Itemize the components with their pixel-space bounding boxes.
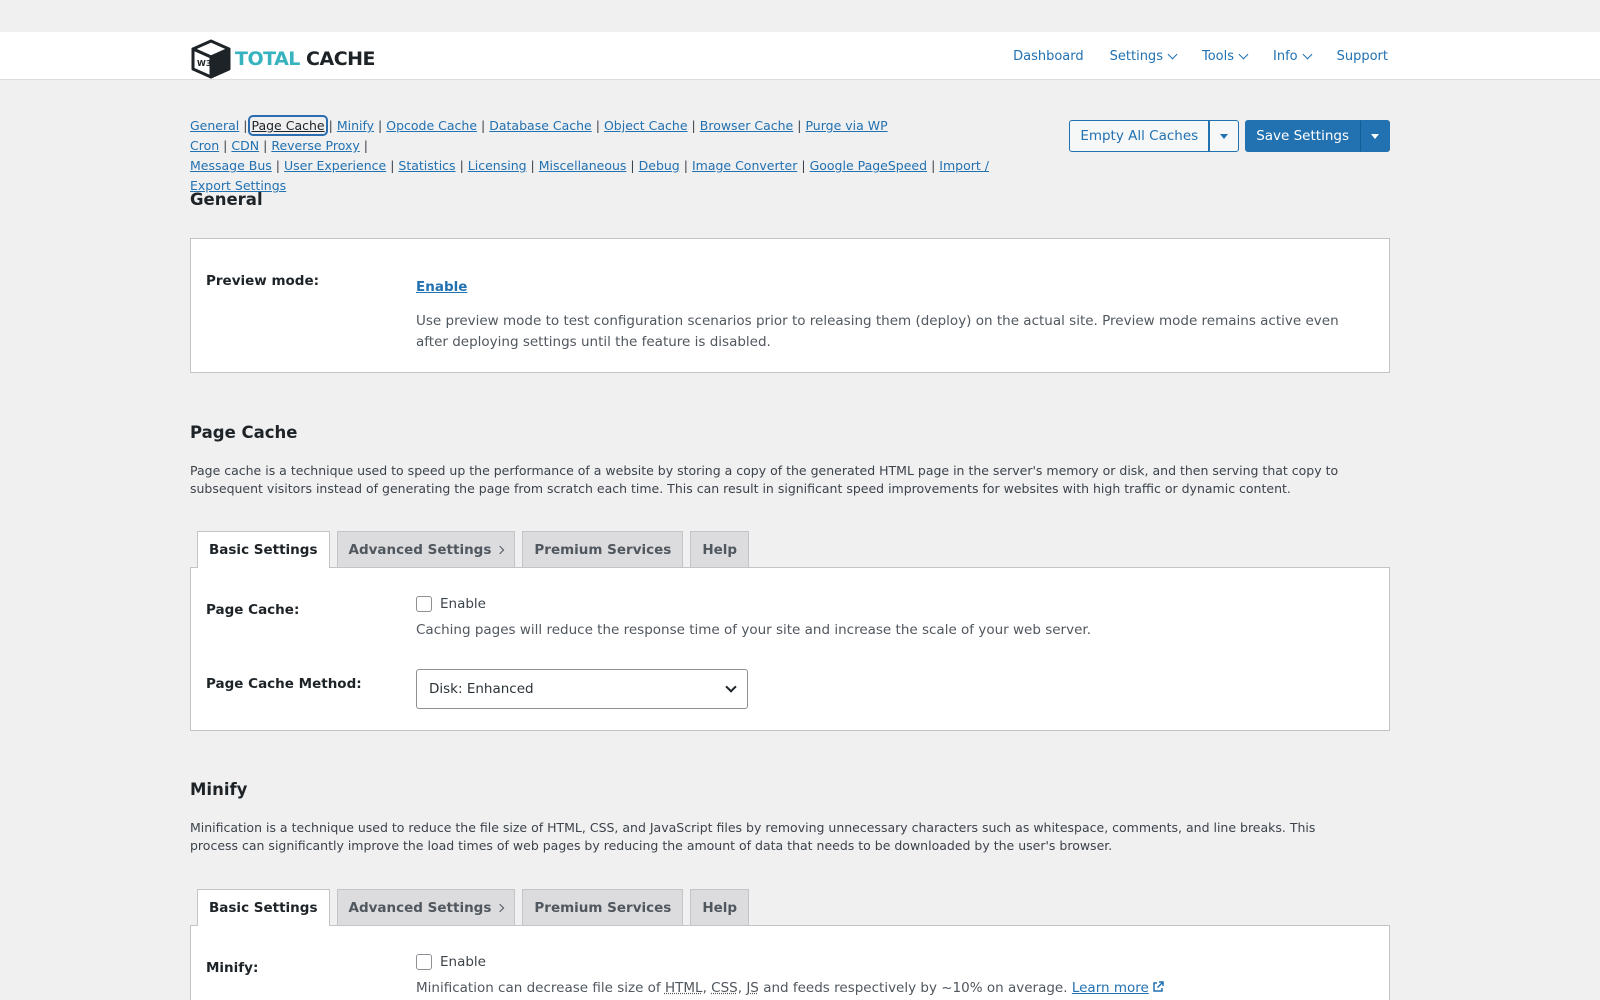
link-separator: | [263,138,268,153]
minify-enable-label: Enable [440,954,486,970]
page-cache-enable-label: Enable [440,596,486,612]
preview-mode-label: Preview mode: [206,273,320,289]
chevron-down-icon [1302,49,1313,59]
tab-advanced-settings[interactable]: Advanced Settings [336,889,516,925]
tab-premium-services[interactable]: Premium Services [522,531,684,567]
minify-section-title: Minify [190,780,248,799]
page-cache-section-title: Page Cache [190,423,298,442]
tab-basic-settings[interactable]: Basic Settings [197,531,330,568]
tab-help[interactable]: Help [690,531,750,567]
minify-label: Minify: [206,960,259,976]
jump-link-statistics[interactable]: Statistics [398,158,455,173]
link-separator: | [630,158,635,173]
section-jump-links: General | Page Cache | Minify | Opcode Cache | D… [190,115,1010,196]
jump-link-opcode-cache[interactable]: Opcode Cache [386,118,477,133]
page-cache-description: Page cache is a technique used to speed … [190,463,1339,496]
caret-down-icon [1371,133,1379,139]
nav-support[interactable]: Support [1337,49,1388,64]
jump-link-google-pagespeed[interactable]: Google PageSpeed [810,158,928,173]
minify-enable-description: Minification can decrease file size of H… [416,978,1164,999]
nav-info[interactable]: Info [1273,49,1313,64]
jump-link-image-converter[interactable]: Image Converter [692,158,797,173]
jump-link-general[interactable]: General [190,118,239,133]
link-separator: | [243,118,248,133]
empty-caches-dropdown-button[interactable] [1209,120,1240,152]
save-settings-dropdown-button[interactable] [1360,120,1390,152]
header-actions: Empty All Caches Save Settings [1069,120,1390,152]
page-cache-method-label: Page Cache Method: [206,676,362,692]
minify-enable-checkbox[interactable] [416,954,432,970]
link-separator: | [459,158,464,173]
chevron-down-icon [1167,49,1178,59]
cube-logo-icon: W3 [189,37,233,79]
link-separator: | [931,158,936,173]
chevron-right-icon [496,903,505,912]
nav-tools[interactable]: Tools [1202,49,1249,64]
chevron-down-icon [725,681,737,693]
link-separator: | [390,158,395,173]
preview-mode-enable-link[interactable]: Enable [416,279,467,295]
chevron-right-icon [496,545,505,554]
general-panel: Preview mode: Enable Use preview mode to… [190,238,1390,373]
svg-text:W3: W3 [197,59,211,68]
link-separator: | [481,118,486,133]
w3-total-cache-logo[interactable]: W3 TOTAL CACHE [189,36,376,79]
nav-settings[interactable]: Settings [1110,49,1178,64]
link-separator: | [328,118,333,133]
link-separator: | [530,158,535,173]
tab-basic-settings[interactable]: Basic Settings [197,889,330,926]
minify-tabs: Basic Settings Advanced Settings Premium… [197,889,750,926]
jump-link-licensing[interactable]: Licensing [468,158,527,173]
page-cache-label: Page Cache: [206,602,300,618]
link-separator: | [595,118,600,133]
link-separator: | [691,118,696,133]
jump-link-miscellaneous[interactable]: Miscellaneous [539,158,627,173]
save-settings-group: Save Settings [1245,120,1390,152]
chevron-down-icon [1238,49,1249,59]
jump-link-cdn[interactable]: CDN [231,138,259,153]
minify-panel: Minify: Enable Minification can decrease… [190,925,1390,1000]
link-separator: | [801,158,806,173]
jump-link-reverse-proxy[interactable]: Reverse Proxy [271,138,359,153]
page-cache-method-select[interactable]: Disk: Enhanced [416,669,748,709]
abbr-js: JS [746,980,759,996]
minify-description: Minification is a technique used to redu… [190,820,1316,853]
page-cache-panel: Page Cache: Enable Caching pages will re… [190,567,1390,731]
link-separator: | [363,138,369,153]
jump-link-object-cache[interactable]: Object Cache [604,118,688,133]
jump-link-message-bus[interactable]: Message Bus [190,158,272,173]
jump-link-minify[interactable]: Minify [337,118,374,133]
empty-caches-group: Empty All Caches [1069,120,1240,152]
caret-down-icon [1220,133,1229,139]
preview-mode-description: Use preview mode to test configuration s… [416,313,1339,350]
learn-more-link[interactable]: Learn more [1072,980,1164,996]
jump-link-user-experience[interactable]: User Experience [284,158,386,173]
link-separator: | [223,138,228,153]
general-section-title: General [190,190,263,209]
top-navigation: Dashboard Settings Tools Info Support [1013,32,1388,80]
tab-help[interactable]: Help [690,889,750,925]
link-separator: | [378,118,383,133]
logo-wordmark: TOTAL CACHE [235,48,376,70]
link-separator: | [275,158,280,173]
top-header: W3 TOTAL CACHE Dashboard Settings Tools … [0,32,1600,80]
external-link-icon [1153,981,1164,992]
jump-link-debug[interactable]: Debug [639,158,680,173]
tab-advanced-settings[interactable]: Advanced Settings [336,531,516,567]
abbr-html: HTML [664,980,703,996]
tab-premium-services[interactable]: Premium Services [522,889,684,925]
page-cache-enable-checkbox[interactable] [416,596,432,612]
page-cache-enable-description: Caching pages will reduce the response t… [416,622,1091,638]
save-settings-button[interactable]: Save Settings [1245,120,1360,152]
link-separator: | [797,118,802,133]
abbr-css: CSS [711,980,738,996]
nav-dashboard[interactable]: Dashboard [1013,49,1084,64]
jump-link-page-cache[interactable]: Page Cache [248,115,328,136]
page-cache-tabs: Basic Settings Advanced Settings Premium… [197,531,750,568]
link-separator: | [683,158,688,173]
jump-link-browser-cache[interactable]: Browser Cache [700,118,794,133]
jump-link-database-cache[interactable]: Database Cache [489,118,592,133]
empty-all-caches-button[interactable]: Empty All Caches [1069,120,1210,152]
